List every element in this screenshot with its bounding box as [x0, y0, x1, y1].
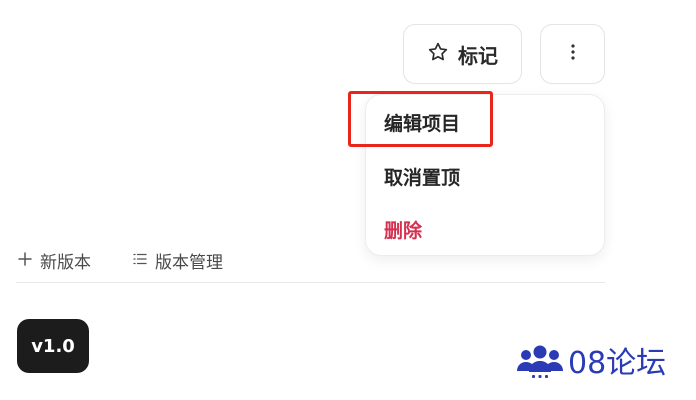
version-badge[interactable]: v1.0 — [17, 319, 89, 373]
star-button[interactable]: 标记 — [403, 24, 522, 84]
list-icon — [133, 251, 147, 271]
more-options-button[interactable] — [540, 24, 605, 84]
watermark: 08论坛 — [516, 344, 666, 384]
new-version-button[interactable]: 新版本 — [18, 248, 91, 273]
divider — [16, 282, 605, 283]
menu-item-unpin[interactable]: 取消置顶 — [384, 166, 460, 190]
manage-versions-button[interactable]: 版本管理 — [133, 248, 223, 273]
dropdown-menu: 编辑项目 取消置顶 删除 — [365, 94, 605, 256]
new-version-label: 新版本 — [40, 253, 91, 273]
watermark-text: 08论坛 — [568, 346, 667, 381]
more-vertical-icon — [570, 43, 576, 65]
people-group-icon — [516, 344, 564, 384]
manage-versions-label: 版本管理 — [155, 253, 223, 273]
star-button-label: 标记 — [458, 43, 498, 68]
star-icon — [427, 41, 449, 67]
menu-item-edit-project[interactable]: 编辑项目 — [384, 112, 460, 136]
plus-icon — [18, 251, 32, 271]
menu-item-delete[interactable]: 删除 — [384, 219, 422, 243]
